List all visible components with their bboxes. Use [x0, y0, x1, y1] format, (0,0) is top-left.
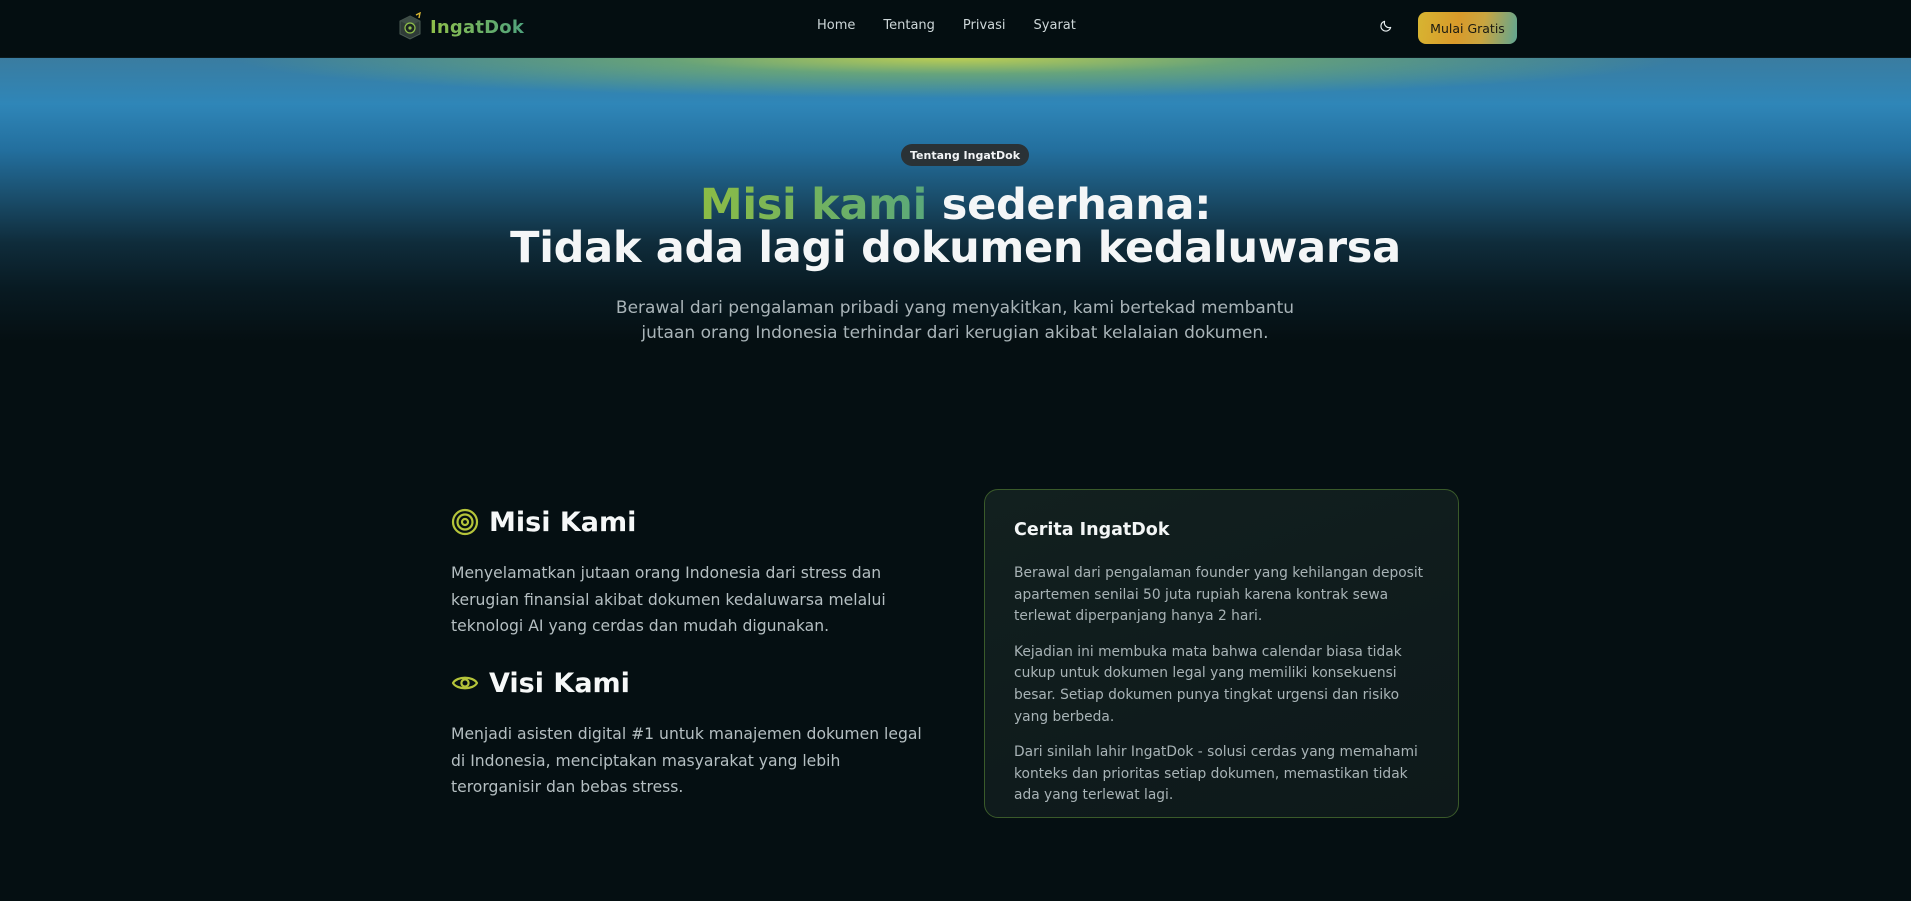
hero-title-line2: Tidak ada lagi dokumen kedaluwarsa: [510, 223, 1401, 273]
nav-links: Home Tentang Privasi Syarat: [817, 18, 1076, 33]
brand-name: IngatDok: [430, 16, 525, 38]
hero-title-line1: Misi kami sederhana:: [0, 184, 1911, 227]
mission-heading: Misi Kami: [451, 502, 931, 542]
vision-heading: Visi Kami: [451, 663, 931, 703]
mission-title: Misi Kami: [489, 506, 637, 538]
mission-section: Misi Kami Menyelamatkan jutaan orang Ind…: [451, 502, 931, 640]
story-paragraph: Kejadian ini membuka mata bahwa calendar…: [1014, 643, 1402, 725]
eye-icon: [451, 676, 479, 690]
nav-link-tentang[interactable]: Tentang: [883, 18, 935, 33]
story-paragraph: Berawal dari pengalaman founder yang keh…: [1014, 565, 1424, 625]
theme-toggle-button[interactable]: [1374, 14, 1398, 38]
mission-text: Menyelamatkan jutaan orang Indonesia dar…: [451, 564, 886, 635]
hero-subtitle: Berawal dari pengalaman pribadi yang men…: [615, 298, 1295, 343]
target-icon: [451, 508, 479, 536]
mulai-gratis-button[interactable]: Mulai Gratis: [1418, 12, 1517, 44]
about-page: IngatDok Home Tentang Privasi Syarat Mul…: [0, 0, 1911, 901]
nav-link-syarat[interactable]: Syarat: [1034, 18, 1076, 33]
story-card: Cerita IngatDok Berawal dari pengalaman …: [984, 489, 1459, 818]
hero-badge: Tentang IngatDok: [901, 144, 1030, 166]
moon-icon: [1380, 20, 1392, 32]
brand-logo-icon: [399, 12, 421, 40]
vision-section: Visi Kami Menjadi asisten digital #1 unt…: [451, 663, 931, 801]
nav-link-privasi[interactable]: Privasi: [963, 18, 1006, 33]
brand[interactable]: IngatDok: [396, 10, 524, 44]
vision-text: Menjadi asisten digital #1 untuk manajem…: [451, 725, 922, 796]
story-title: Cerita IngatDok: [1014, 520, 1170, 540]
hero-title: Misi kami sederhana: Tidak ada lagi doku…: [0, 184, 1911, 270]
navbar: IngatDok Home Tentang Privasi Syarat Mul…: [0, 0, 1911, 58]
story-paragraph: Dari sinilah lahir IngatDok - solusi cer…: [1014, 744, 1418, 804]
nav-link-home[interactable]: Home: [817, 18, 855, 33]
vision-title: Visi Kami: [489, 667, 630, 699]
